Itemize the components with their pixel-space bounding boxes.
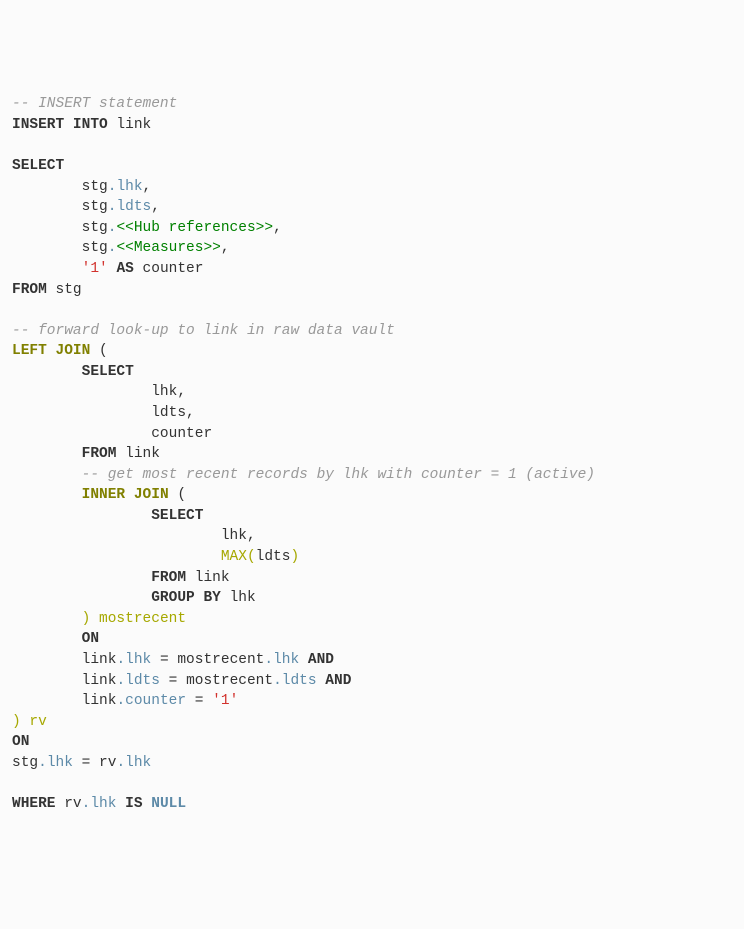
field-lhk: lhk — [230, 590, 256, 606]
keyword-inner-join: INNER JOIN — [82, 487, 169, 503]
keyword-from: FROM — [82, 446, 117, 462]
comment-line: -- forward look-up to link in raw data v… — [12, 323, 395, 339]
comma: , — [143, 179, 152, 195]
alias-mostrecent: mostrecent — [99, 611, 186, 627]
op-equals: = — [195, 693, 204, 709]
template-hub-refs: Hub references — [134, 220, 256, 236]
table-name: link — [116, 117, 151, 133]
field-ldts: ldts — [125, 673, 160, 689]
dot: . — [116, 673, 125, 689]
field-ldts: ldts — [151, 405, 186, 421]
close-paren: ) — [290, 549, 299, 565]
keyword-insert: INSERT INTO — [12, 117, 108, 133]
comma: , — [177, 384, 186, 400]
open-paren: ( — [177, 487, 186, 503]
keyword-on: ON — [82, 631, 99, 647]
close-paren: ) — [12, 714, 21, 730]
dot: . — [116, 693, 125, 709]
keyword-select: SELECT — [82, 364, 134, 380]
comma: , — [186, 405, 195, 421]
ident-link: link — [82, 652, 117, 668]
dot: . — [264, 652, 273, 668]
field-lhk: lhk — [116, 179, 142, 195]
field-lhk: lhk — [273, 652, 299, 668]
keyword-null: NULL — [151, 796, 186, 812]
open-paren: ( — [99, 343, 108, 359]
dot: . — [38, 755, 47, 771]
ident-mostrecent: mostrecent — [177, 652, 264, 668]
keyword-on: ON — [12, 734, 29, 750]
template-close: >> — [203, 240, 220, 256]
field-lhk: lhk — [125, 652, 151, 668]
keyword-as: AS — [116, 261, 133, 277]
keyword-select: SELECT — [151, 508, 203, 524]
alias-counter: counter — [143, 261, 204, 277]
keyword-and: AND — [325, 673, 351, 689]
template-open: << — [116, 220, 133, 236]
open-paren: ( — [247, 549, 256, 565]
field-lhk: lhk — [221, 528, 247, 544]
keyword-and: AND — [308, 652, 334, 668]
field-counter: counter — [151, 426, 212, 442]
comma: , — [247, 528, 256, 544]
field-lhk: lhk — [125, 755, 151, 771]
keyword-group-by: GROUP BY — [151, 590, 221, 606]
table-link: link — [125, 446, 160, 462]
string-literal: '1' — [82, 261, 108, 277]
field-ldts: ldts — [116, 199, 151, 215]
alias-rv: rv — [29, 714, 46, 730]
template-close: >> — [256, 220, 273, 236]
table-link: link — [195, 570, 230, 586]
string-literal: '1' — [212, 693, 238, 709]
field-counter: counter — [125, 693, 186, 709]
sql-code-block: -- INSERT statement INSERT INTO link SEL… — [12, 94, 732, 814]
ident-rv: rv — [99, 755, 116, 771]
ident-mostrecent: mostrecent — [186, 673, 273, 689]
field-ldts: ldts — [256, 549, 291, 565]
table-stg: stg — [56, 282, 82, 298]
ident-link: link — [82, 673, 117, 689]
keyword-from: FROM — [12, 282, 47, 298]
comma: , — [273, 220, 282, 236]
keyword-select: SELECT — [12, 158, 64, 174]
ident-rv: rv — [64, 796, 81, 812]
comma: , — [151, 199, 160, 215]
op-equals: = — [160, 652, 169, 668]
field-lhk: lhk — [90, 796, 116, 812]
keyword-where: WHERE — [12, 796, 56, 812]
close-paren: ) — [82, 611, 91, 627]
alias-stg: stg — [82, 220, 108, 236]
template-open: << — [116, 240, 133, 256]
alias-stg: stg — [82, 199, 108, 215]
ident-link: link — [82, 693, 117, 709]
field-lhk: lhk — [47, 755, 73, 771]
alias-stg: stg — [82, 179, 108, 195]
field-ldts: ldts — [282, 673, 317, 689]
keyword-is: IS — [125, 796, 142, 812]
ident-stg: stg — [12, 755, 38, 771]
comment-line: -- INSERT statement — [12, 96, 177, 112]
template-measures: Measures — [134, 240, 204, 256]
alias-stg: stg — [82, 240, 108, 256]
dot: . — [116, 755, 125, 771]
field-lhk: lhk — [151, 384, 177, 400]
comma: , — [221, 240, 230, 256]
keyword-from: FROM — [151, 570, 186, 586]
op-equals: = — [82, 755, 91, 771]
dot: . — [273, 673, 282, 689]
function-max: MAX — [221, 549, 247, 565]
op-equals: = — [169, 673, 178, 689]
comment-line: -- get most recent records by lhk with c… — [82, 467, 595, 483]
keyword-left-join: LEFT JOIN — [12, 343, 90, 359]
dot: . — [116, 652, 125, 668]
